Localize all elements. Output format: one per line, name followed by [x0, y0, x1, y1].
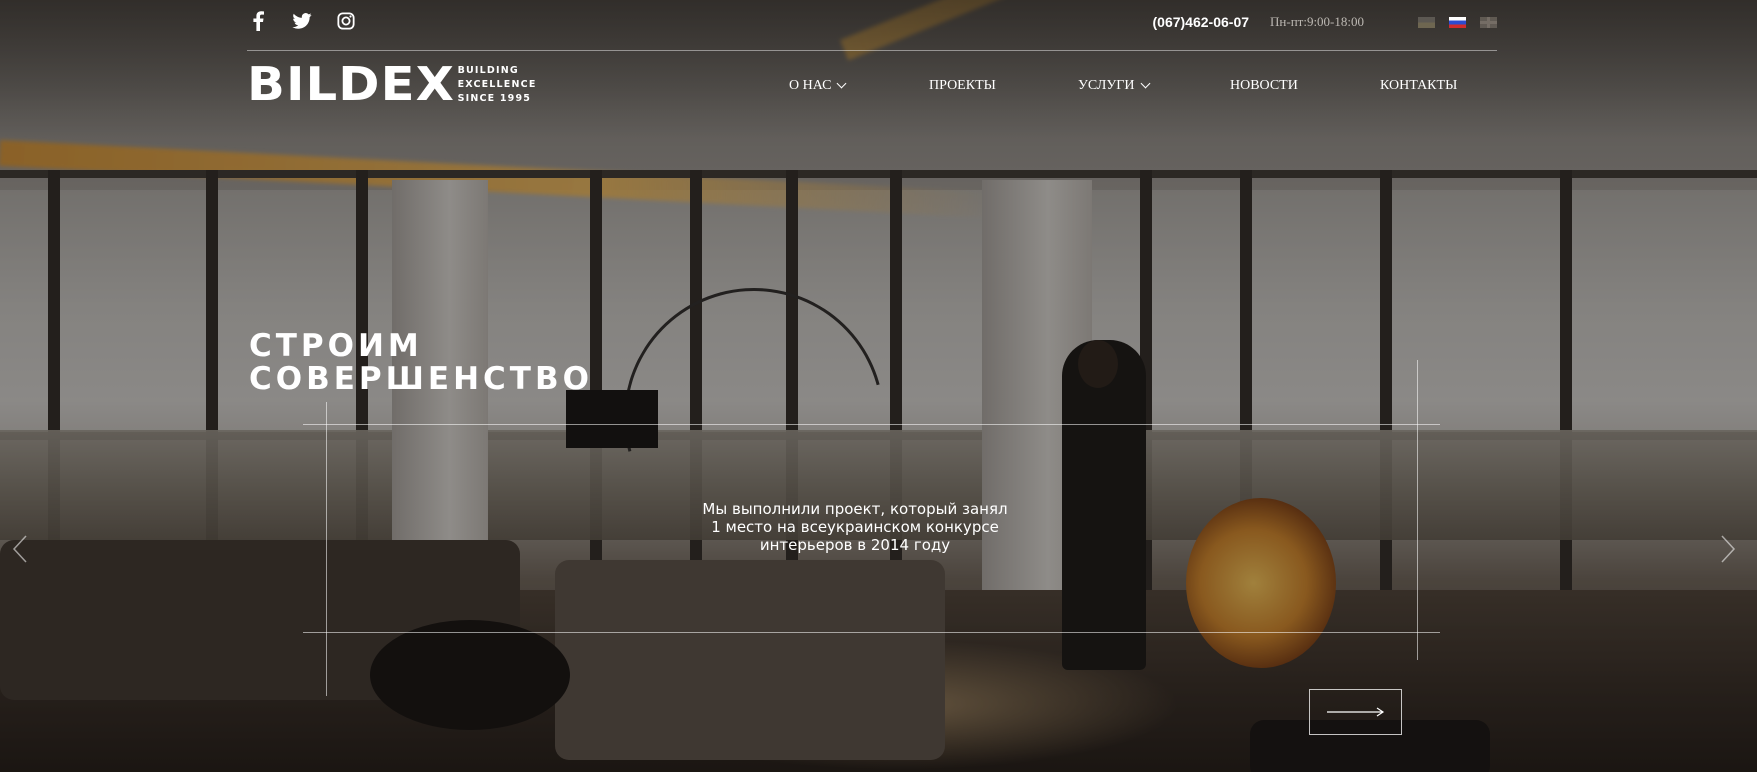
- logo-mark: BILDEX: [247, 57, 455, 111]
- language-switcher: [1418, 16, 1497, 28]
- frame-line-left: [326, 402, 327, 696]
- nav-item-services[interactable]: УСЛУГИ: [1078, 78, 1150, 94]
- hero-title-line: СОВЕРШЕНСТВО: [249, 361, 593, 397]
- hero-description: Мы выполнили проект, который занял 1 мес…: [702, 500, 1008, 554]
- logo-tagline-line: BUILDING: [457, 65, 519, 76]
- nav-item-news[interactable]: НОВОСТИ: [1230, 78, 1298, 94]
- nav-item-contacts[interactable]: КОНТАКТЫ: [1380, 78, 1457, 94]
- chevron-down-icon: [1140, 78, 1150, 89]
- nav-item-label: НОВОСТИ: [1230, 78, 1298, 93]
- facebook-icon[interactable]: [247, 10, 269, 32]
- working-hours: Пн-пт:9:00-18:00: [1270, 14, 1364, 29]
- twitter-icon[interactable]: [291, 10, 313, 32]
- hero-title: СТРОИМ СОВЕРШЕНСТВО: [249, 330, 593, 396]
- contacts: (067)462-06-07 Пн-пт:9:00-18:00: [1153, 14, 1497, 30]
- chevron-down-icon: [837, 78, 847, 89]
- header-divider: [247, 50, 1497, 51]
- social-links: [247, 10, 357, 32]
- long-arrow-right-icon: [1326, 707, 1384, 717]
- phone-number[interactable]: (067)462-06-07: [1153, 14, 1250, 30]
- flag-ua-icon[interactable]: [1418, 16, 1435, 28]
- slider-next-icon[interactable]: [1716, 534, 1738, 564]
- slider-prev-icon[interactable]: [10, 534, 32, 564]
- next-slide-button[interactable]: [1309, 689, 1402, 735]
- flag-ru-icon[interactable]: [1449, 16, 1466, 28]
- nav-item-label: О НАС: [789, 78, 832, 93]
- nav-item-projects[interactable]: ПРОЕКТЫ: [929, 78, 996, 94]
- nav-item-about[interactable]: О НАС: [789, 78, 847, 94]
- logo-tagline: BUILDING EXCELLENCE SINCE 1995: [458, 64, 537, 106]
- nav-item-label: УСЛУГИ: [1078, 78, 1135, 93]
- logo[interactable]: BILDEX BUILDING EXCELLENCE SINCE 1995: [247, 57, 537, 111]
- frame-line-top: [303, 424, 1440, 425]
- instagram-icon[interactable]: [335, 10, 357, 32]
- hero-title-line: СТРОИМ: [249, 328, 423, 364]
- top-bar: (067)462-06-07 Пн-пт:9:00-18:00: [247, 10, 1497, 42]
- nav-item-label: КОНТАКТЫ: [1380, 78, 1458, 93]
- frame-line-right: [1417, 360, 1418, 660]
- flag-en-icon[interactable]: [1480, 16, 1497, 28]
- frame-line-bottom: [303, 632, 1440, 633]
- logo-tagline-line: EXCELLENCE: [457, 79, 537, 90]
- logo-tagline-line: SINCE 1995: [457, 93, 532, 104]
- nav-item-label: ПРОЕКТЫ: [929, 78, 996, 93]
